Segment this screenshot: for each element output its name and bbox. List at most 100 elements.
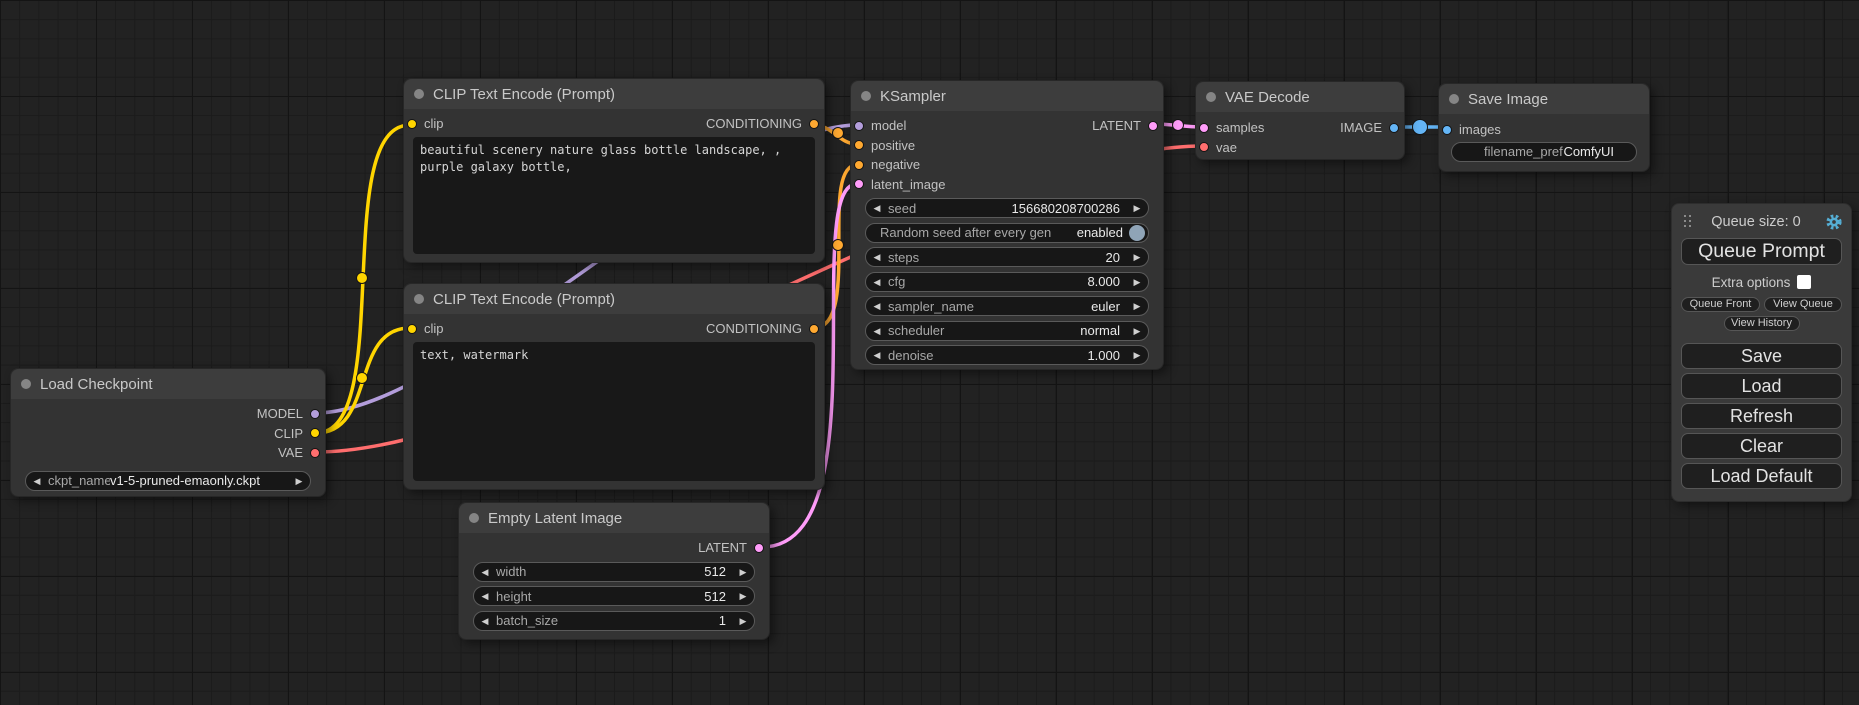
toggle-icon[interactable] — [1129, 225, 1145, 241]
output-slot-conditioning[interactable] — [809, 119, 819, 129]
extra-options-label: Extra options — [1712, 275, 1791, 290]
output-label: LATENT — [1092, 118, 1141, 133]
node-header[interactable]: KSampler — [851, 81, 1163, 111]
node-ksampler[interactable]: KSampler model LATENT positive negative … — [850, 80, 1164, 370]
increment-arrow-icon[interactable]: ▶ — [732, 611, 754, 631]
input-slot-samples[interactable] — [1199, 123, 1209, 133]
node-vae-decode[interactable]: VAE Decode samples IMAGE vae — [1195, 81, 1405, 160]
collapse-dot-icon[interactable] — [861, 91, 871, 101]
queue-prompt-button[interactable]: Queue Prompt — [1681, 238, 1842, 265]
prompt-textarea[interactable]: beautiful scenery nature glass bottle la… — [413, 137, 815, 254]
node-header[interactable]: VAE Decode — [1196, 82, 1404, 112]
increment-arrow-icon[interactable]: ▶ — [1126, 345, 1148, 365]
extra-options-checkbox[interactable] — [1797, 275, 1811, 289]
link-dot[interactable] — [833, 128, 844, 139]
load-default-button[interactable]: Load Default — [1681, 463, 1842, 489]
input-slot-latent-image[interactable] — [854, 179, 864, 189]
node-header[interactable]: Save Image — [1439, 84, 1649, 114]
widget-scheduler[interactable]: ◀ scheduler normal ▶ — [865, 321, 1149, 341]
node-load-checkpoint[interactable]: Load Checkpoint MODEL CLIP VAE ◀ ckpt_na… — [10, 368, 326, 497]
output-slot-image[interactable] — [1389, 123, 1399, 133]
input-slot-negative[interactable] — [854, 160, 864, 170]
increment-arrow-icon[interactable]: ▶ — [732, 562, 754, 582]
node-title: CLIP Text Encode (Prompt) — [433, 291, 615, 308]
decrement-arrow-icon[interactable]: ◀ — [866, 345, 888, 365]
output-label: LATENT — [698, 540, 747, 555]
node-clip-text-encode-negative[interactable]: CLIP Text Encode (Prompt) clip CONDITION… — [403, 283, 825, 490]
view-history-button[interactable]: View History — [1724, 316, 1800, 331]
input-label: clip — [424, 116, 444, 131]
collapse-dot-icon[interactable] — [1206, 92, 1216, 102]
increment-arrow-icon[interactable]: ▶ — [1126, 321, 1148, 341]
node-header[interactable]: Load Checkpoint — [11, 369, 325, 399]
node-header[interactable]: CLIP Text Encode (Prompt) — [404, 284, 824, 314]
decrement-arrow-icon[interactable]: ◀ — [866, 198, 888, 218]
output-slot-model[interactable] — [310, 409, 320, 419]
increment-arrow-icon[interactable]: ▶ — [1126, 198, 1148, 218]
increment-arrow-icon[interactable]: ▶ — [732, 586, 754, 606]
decrement-arrow-icon[interactable]: ◀ — [866, 296, 888, 316]
input-slot-vae[interactable] — [1199, 142, 1209, 152]
load-button[interactable]: Load — [1681, 373, 1842, 399]
widget-ckpt-name[interactable]: ◀ ckpt_name v1-5-pruned-emaonly.ckpt ▶ — [25, 471, 311, 491]
collapse-dot-icon[interactable] — [21, 379, 31, 389]
link-dot[interactable] — [833, 240, 844, 251]
widget-filename-prefix[interactable]: filename_prefix ComfyUI — [1451, 142, 1637, 162]
output-slot-clip[interactable] — [310, 428, 320, 438]
output-label: CONDITIONING — [706, 116, 802, 131]
widget-sampler-name[interactable]: ◀ sampler_name euler ▶ — [865, 296, 1149, 316]
decrement-arrow-icon[interactable]: ◀ — [866, 321, 888, 341]
widget-batch-size[interactable]: ◀ batch_size 1 ▶ — [473, 611, 755, 631]
settings-gear-icon[interactable] — [1826, 214, 1842, 230]
input-slot-clip[interactable] — [407, 119, 417, 129]
increment-arrow-icon[interactable]: ▶ — [1126, 272, 1148, 292]
decrement-arrow-icon[interactable]: ◀ — [866, 247, 888, 267]
link-dot[interactable] — [1413, 120, 1428, 135]
prompt-textarea[interactable]: text, watermark — [413, 342, 815, 481]
input-slot-model[interactable] — [854, 121, 864, 131]
output-slot-vae[interactable] — [310, 448, 320, 458]
view-queue-button[interactable]: View Queue — [1764, 297, 1842, 312]
collapse-dot-icon[interactable] — [1449, 94, 1459, 104]
output-slot-conditioning[interactable] — [809, 324, 819, 334]
collapse-dot-icon[interactable] — [414, 89, 424, 99]
node-header[interactable]: Empty Latent Image — [459, 503, 769, 533]
widget-seed[interactable]: ◀ seed 156680208700286 ▶ — [865, 198, 1149, 218]
widget-steps[interactable]: ◀ steps 20 ▶ — [865, 247, 1149, 267]
decrement-arrow-icon[interactable]: ◀ — [866, 272, 888, 292]
link-dot[interactable] — [1173, 120, 1184, 131]
increment-arrow-icon[interactable]: ▶ — [1126, 247, 1148, 267]
increment-arrow-icon[interactable]: ▶ — [288, 471, 310, 491]
input-slot-images[interactable] — [1442, 125, 1452, 135]
decrement-arrow-icon[interactable]: ◀ — [474, 611, 496, 631]
decrement-arrow-icon[interactable]: ◀ — [474, 586, 496, 606]
widget-width[interactable]: ◀ width 512 ▶ — [473, 562, 755, 582]
output-label: CONDITIONING — [706, 321, 802, 336]
input-slot-clip[interactable] — [407, 324, 417, 334]
clear-button[interactable]: Clear — [1681, 433, 1842, 459]
input-label: model — [871, 118, 906, 133]
input-label: images — [1459, 122, 1501, 137]
widget-cfg[interactable]: ◀ cfg 8.000 ▶ — [865, 272, 1149, 292]
save-button[interactable]: Save — [1681, 343, 1842, 369]
link-dot[interactable] — [357, 373, 368, 384]
output-slot-latent[interactable] — [1148, 121, 1158, 131]
decrement-arrow-icon[interactable]: ◀ — [26, 471, 48, 491]
refresh-button[interactable]: Refresh — [1681, 403, 1842, 429]
output-slot-latent[interactable] — [754, 543, 764, 553]
collapse-dot-icon[interactable] — [414, 294, 424, 304]
queue-front-button[interactable]: Queue Front — [1681, 297, 1760, 312]
node-save-image[interactable]: Save Image images filename_prefix ComfyU… — [1438, 83, 1650, 172]
node-clip-text-encode-positive[interactable]: CLIP Text Encode (Prompt) clip CONDITION… — [403, 78, 825, 263]
link-dot[interactable] — [357, 273, 368, 284]
node-header[interactable]: CLIP Text Encode (Prompt) — [404, 79, 824, 109]
widget-height[interactable]: ◀ height 512 ▶ — [473, 586, 755, 606]
node-empty-latent-image[interactable]: Empty Latent Image LATENT ◀ width 512 ▶ … — [458, 502, 770, 640]
increment-arrow-icon[interactable]: ▶ — [1126, 296, 1148, 316]
widget-random-seed-toggle[interactable]: Random seed after every gen enabled — [865, 223, 1149, 243]
widget-denoise[interactable]: ◀ denoise 1.000 ▶ — [865, 345, 1149, 365]
decrement-arrow-icon[interactable]: ◀ — [474, 562, 496, 582]
input-slot-positive[interactable] — [854, 140, 864, 150]
collapse-dot-icon[interactable] — [469, 513, 479, 523]
node-title: KSampler — [880, 88, 946, 105]
